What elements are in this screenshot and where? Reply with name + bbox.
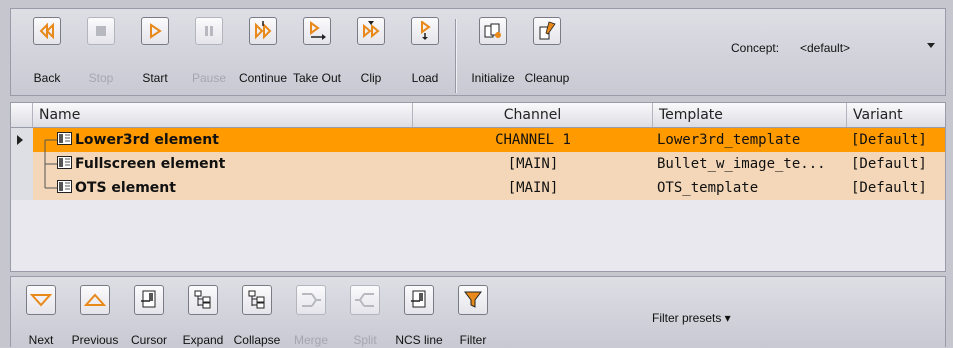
load-label: Load <box>411 71 439 85</box>
playlist-window: Back Stop Start Pause Continue Take Out … <box>0 0 953 347</box>
stop-button[interactable]: Stop <box>71 15 131 93</box>
variant-cell[interactable]: [Default] <box>851 152 941 176</box>
table-row[interactable]: Fullscreen element [MAIN] Bullet_w_image… <box>11 152 945 176</box>
load-button[interactable]: Load <box>395 15 455 93</box>
current-row-pointer-icon <box>17 135 23 145</box>
pause-icon <box>195 17 223 45</box>
start-button[interactable]: Start <box>125 15 185 93</box>
table-row[interactable]: Lower3rd element CHANNEL 1 Lower3rd_temp… <box>11 128 945 168</box>
filter-label: Filter <box>459 333 487 347</box>
chevron-down-icon <box>927 43 935 48</box>
variant-cell[interactable]: [Default] <box>851 176 941 200</box>
previous-icon <box>80 285 110 315</box>
element-icon <box>57 132 72 145</box>
row-indicator <box>11 152 34 176</box>
filter-button[interactable]: Filter <box>445 285 501 348</box>
play-icon <box>141 17 169 45</box>
clip-label: Clip <box>360 71 382 85</box>
continue-button[interactable]: Continue <box>233 15 293 93</box>
initialize-button[interactable]: Initialize <box>463 15 523 93</box>
template-cell: Lower3rd_template <box>657 132 801 148</box>
merge-icon <box>296 285 326 315</box>
initialize-icon <box>479 17 507 45</box>
pause-label: Pause <box>191 71 227 85</box>
take-out-icon <box>303 17 331 45</box>
pause-button[interactable]: Pause <box>179 15 239 93</box>
take-out-button[interactable]: Take Out <box>287 15 347 93</box>
next-icon <box>26 285 56 315</box>
elements-grid: Name Channel Template Variant Lower3rd e… <box>10 102 946 272</box>
channel-cell[interactable]: [MAIN] <box>413 152 653 176</box>
take-out-label: Take Out <box>292 71 342 85</box>
concept-label: Concept: <box>731 41 780 55</box>
row-indicator <box>11 176 34 200</box>
column-header-name[interactable]: Name <box>33 103 413 127</box>
element-name: Fullscreen element <box>75 156 226 172</box>
column-header-template[interactable]: Template <box>653 103 847 127</box>
back-label: Back <box>33 71 61 85</box>
initialize-label: Initialize <box>471 71 515 85</box>
template-cell: OTS_template <box>657 180 759 196</box>
expand-icon <box>188 285 218 315</box>
toolbar-separator <box>455 19 456 93</box>
stop-icon <box>87 17 115 45</box>
start-label: Start <box>142 71 168 85</box>
filter-presets-menu[interactable]: Filter presets ▾ <box>652 311 731 325</box>
grid-header: Name Channel Template Variant <box>11 103 945 128</box>
ncs-line-icon <box>404 285 434 315</box>
element-name: OTS element <box>75 180 176 196</box>
load-icon <box>411 17 439 45</box>
row-indicator <box>11 128 34 152</box>
cleanup-icon <box>533 17 561 45</box>
split-icon <box>350 285 380 315</box>
stop-label: Stop <box>88 71 114 85</box>
channel-cell[interactable]: CHANNEL 1 <box>413 128 653 152</box>
channel-cell[interactable]: [MAIN] <box>413 176 653 200</box>
filter-icon <box>458 285 488 315</box>
element-icon <box>57 156 72 169</box>
bottom-toolbar: Next Previous Cursor Expand Collapse Mer… <box>10 276 946 347</box>
collapse-icon <box>242 285 272 315</box>
clip-icon <box>357 17 385 45</box>
table-row[interactable]: OTS element [MAIN] OTS_template [Default… <box>11 176 945 200</box>
back-button[interactable]: Back <box>17 15 77 93</box>
continue-icon <box>249 17 277 45</box>
element-name: Lower3rd element <box>75 132 219 148</box>
cursor-icon <box>134 285 164 315</box>
variant-cell[interactable]: [Default] <box>851 128 941 152</box>
top-toolbar: Back Stop Start Pause Continue Take Out … <box>10 8 946 96</box>
concept-value: <default> <box>800 41 851 55</box>
clip-button[interactable]: Clip <box>341 15 401 93</box>
continue-label: Continue <box>238 71 288 85</box>
rewind-icon <box>33 17 61 45</box>
element-icon <box>57 180 72 193</box>
cleanup-button[interactable]: Cleanup <box>517 15 577 93</box>
column-header-variant[interactable]: Variant <box>847 103 945 127</box>
template-cell: Bullet_w_image_te... <box>657 156 826 172</box>
concept-select[interactable]: <default> <box>796 37 953 59</box>
cleanup-label: Cleanup <box>524 71 570 85</box>
header-gutter <box>11 103 33 127</box>
column-header-channel[interactable]: Channel <box>413 103 653 127</box>
